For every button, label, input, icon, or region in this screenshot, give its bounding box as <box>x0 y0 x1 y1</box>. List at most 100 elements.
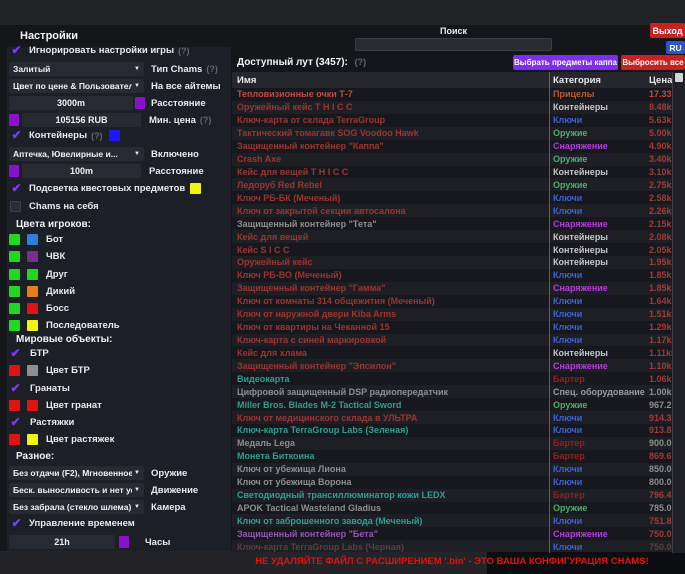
world-object-label: БТР <box>30 348 49 359</box>
table-row[interactable]: Ключ-карта от склада TerraGroupКлючи5.63… <box>232 114 672 127</box>
distance-color-swatch[interactable] <box>135 97 145 109</box>
color-swatch[interactable] <box>27 234 38 245</box>
table-row[interactable]: Кейс для вещей T H I C CКонтейнеры3.10kk <box>232 166 672 179</box>
color-swatch[interactable] <box>9 400 20 411</box>
table-row[interactable]: Оружейный кейсКонтейнеры1.95kk <box>232 256 672 269</box>
color-swatch[interactable] <box>9 286 20 297</box>
color-swatch[interactable] <box>9 251 20 262</box>
chevron-down-icon: ▼ <box>134 470 140 476</box>
checkmark-icon[interactable]: ✔ <box>9 383 22 394</box>
checkmark-icon[interactable]: ✔ <box>10 183 23 194</box>
table-row[interactable]: Кейс для вещейКонтейнеры2.08kk <box>232 230 672 243</box>
misc-dropdown[interactable]: Беск. выносливость и нет уста▼ <box>9 483 144 497</box>
table-row[interactable]: Ключ от убежища ЛионаКлючи850.0k <box>232 463 672 476</box>
table-row[interactable]: Ключ от заброшенного завода (Меченый)Клю… <box>232 514 672 527</box>
checkmark-icon[interactable]: ✔ <box>10 130 23 141</box>
item-name: Ключ от убежища Лиона <box>232 464 549 474</box>
table-row[interactable]: Ледоруб Red RebelОружие2.75kk <box>232 178 672 191</box>
table-row[interactable]: Защищенный контейнер "Эпсилон"Снаряжение… <box>232 359 672 372</box>
color-mode-dropdown[interactable]: Цвет по цене & Пользователь ▼ <box>9 79 144 93</box>
item-price: 751.8k <box>649 516 672 526</box>
table-row[interactable]: Защищенный контейнер "Гамма"Снаряжение1.… <box>232 282 672 295</box>
ignore-game-settings-label: Игнорировать настройки игры <box>29 45 174 56</box>
table-row[interactable]: APOK Tactical Wasteland GladiusОружие785… <box>232 502 672 515</box>
select-kappa-items-button[interactable]: Выбрать предметы каппа <box>513 55 618 70</box>
table-row[interactable]: Кейс S I C CКонтейнеры2.05kk <box>232 243 672 256</box>
table-row[interactable]: Ключ-карта TerraGroup Labs (Зеленая)Ключ… <box>232 424 672 437</box>
color-swatch[interactable] <box>9 434 20 445</box>
table-row[interactable]: Miller Bros. Blades M-2 Tactical SwordОр… <box>232 398 672 411</box>
hours-input[interactable]: 21h <box>9 535 115 549</box>
category-filter-dropdown[interactable]: Аптечка, Ювелирные и... ▼ <box>9 147 144 161</box>
item-name: Ключ РБ-БК (Меченый) <box>232 193 549 203</box>
table-row[interactable]: Оружейный кейс T H I C CКонтейнеры8.48kk <box>232 101 672 114</box>
color-swatch[interactable] <box>27 434 38 445</box>
color-swatch[interactable] <box>9 320 20 331</box>
category-filter-row: Аптечка, Ювелирные и... ▼ Включено <box>9 147 199 161</box>
column-header-name[interactable]: Имя <box>232 75 549 86</box>
min-price-color-swatch[interactable] <box>9 114 19 126</box>
column-header-price[interactable]: Цена <box>649 75 672 86</box>
table-row[interactable]: Ключ РБ-БК (Меченый)Ключи2.58kk <box>232 191 672 204</box>
distance-input[interactable]: 3000m <box>9 96 133 110</box>
color-swatch[interactable] <box>27 269 38 280</box>
table-row[interactable]: Ключ-карта с синей маркировкойКлючи1.17k… <box>232 334 672 347</box>
player-colors-title: Цвета игроков: <box>16 219 91 230</box>
checkmark-icon[interactable]: ✔ <box>10 518 23 529</box>
player-color-label: Друг <box>46 269 68 280</box>
color-swatch[interactable] <box>27 303 38 314</box>
exit-button[interactable]: Выход <box>650 23 685 38</box>
scrollbar-track[interactable] <box>673 72 685 553</box>
color-swatch[interactable] <box>27 320 38 331</box>
color-swatch[interactable] <box>27 365 38 376</box>
search-input[interactable] <box>355 38 552 51</box>
table-row[interactable]: Ключ от комнаты 314 общежития (Меченый)К… <box>232 295 672 308</box>
checkmark-icon[interactable]: ✔ <box>10 45 23 56</box>
checkmark-icon[interactable]: ✔ <box>9 348 22 359</box>
color-swatch[interactable] <box>27 286 38 297</box>
checkbox-unchecked[interactable] <box>10 201 21 212</box>
table-row[interactable]: Медаль LegaБартер900.0k <box>232 437 672 450</box>
color-swatch[interactable] <box>27 251 38 262</box>
table-row[interactable]: Тепловизионные очки Т-7Прицелы17.33kk <box>232 88 672 101</box>
container-distance-color-swatch[interactable] <box>9 165 19 177</box>
scrollbar-thumb[interactable] <box>675 73 683 82</box>
table-row[interactable]: Защищенный контейнер "Каппа"Снаряжение4.… <box>232 140 672 153</box>
column-header-category[interactable]: Категория <box>549 75 649 86</box>
misc-dropdown[interactable]: Без забрала (стекло шлема)▼ <box>9 500 144 514</box>
drop-all-button[interactable]: Выбросить все <box>621 55 685 70</box>
table-row[interactable]: Светодиодный трансиллюминатор кожи LEDXБ… <box>232 489 672 502</box>
hours-color-swatch[interactable] <box>119 536 129 548</box>
language-button[interactable]: RU <box>666 41 685 54</box>
color-swatch[interactable] <box>9 234 20 245</box>
chams-type-dropdown[interactable]: Залитый ▼ <box>9 62 144 76</box>
table-row[interactable]: Ключ от квартиры на Чеканной 15Ключи1.29… <box>232 321 672 334</box>
world-objects-list: ✔БТРЦвет БТР✔ГранатыЦвет гранат✔Растяжки… <box>9 348 114 452</box>
containers-color-swatch[interactable] <box>109 130 120 141</box>
color-swatch[interactable] <box>27 400 38 411</box>
min-price-input[interactable]: 105156 RUB <box>22 113 141 127</box>
color-swatch[interactable] <box>9 269 20 280</box>
table-row[interactable]: Ключ РБ-ВО (Меченый)Ключи1.85kk <box>232 269 672 282</box>
table-row[interactable]: Тактический томагавк SOG Voodoo HawkОруж… <box>232 127 672 140</box>
table-row[interactable]: Ключ-карта TerraGroup Labs (Черная)Ключи… <box>232 540 672 552</box>
table-row[interactable]: Ключ от наружной двери Kiba ArmsКлючи1.5… <box>232 308 672 321</box>
item-price: 1.95kk <box>649 257 672 267</box>
misc-dropdown[interactable]: Без отдачи (F2), Мгновенное п▼ <box>9 466 144 480</box>
color-swatch[interactable] <box>9 303 20 314</box>
table-row[interactable]: ВидеокартаБартер1.06kk <box>232 372 672 385</box>
help-icon: (?) <box>355 57 367 67</box>
table-row[interactable]: Ключ от убежища ВоронаКлючи800.0k <box>232 476 672 489</box>
table-row[interactable]: Ключ от закрытой секции автосалонаКлючи2… <box>232 204 672 217</box>
table-row[interactable]: Кейс для хламаКонтейнеры1.11kk <box>232 346 672 359</box>
table-row[interactable]: Ключ от медицинского склада в УЛЬТРАКлюч… <box>232 411 672 424</box>
quest-highlight-color-swatch[interactable] <box>190 183 201 194</box>
checkmark-icon[interactable]: ✔ <box>9 417 22 428</box>
table-row[interactable]: Монета БиткоинаБартер869.6k <box>232 450 672 463</box>
table-row[interactable]: Crash AxeОружие3.40kk <box>232 153 672 166</box>
color-swatch[interactable] <box>9 365 20 376</box>
table-row[interactable]: Защищенный контейнер "Тета"Снаряжение2.1… <box>232 217 672 230</box>
table-row[interactable]: Цифровой защищенный DSP радиопередатчикС… <box>232 385 672 398</box>
container-distance-input[interactable]: 100m <box>22 164 141 178</box>
table-row[interactable]: Защищенный контейнер "Бета"Снаряжение750… <box>232 527 672 540</box>
